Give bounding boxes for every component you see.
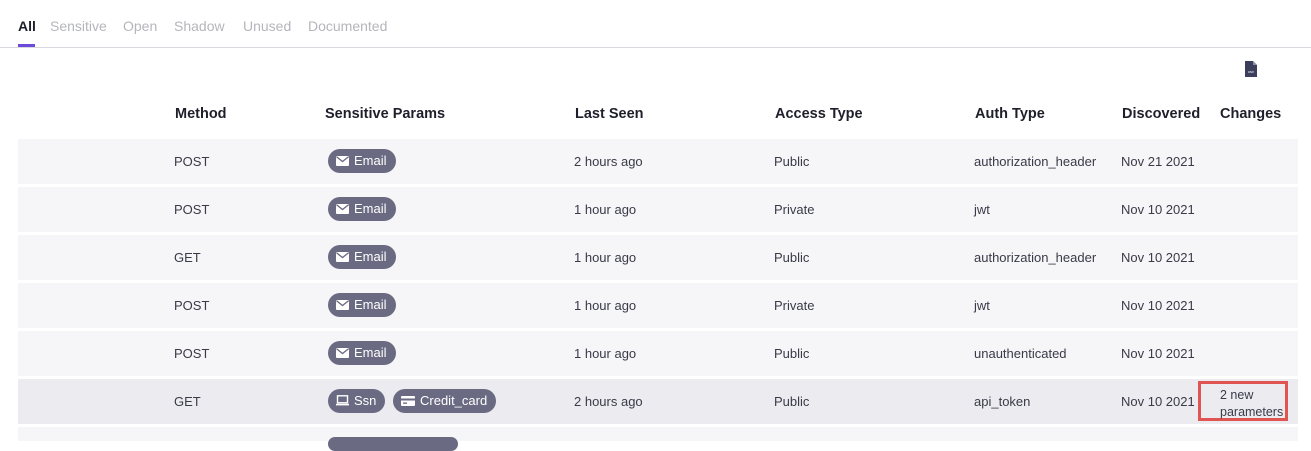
chip-label: Email (354, 345, 387, 360)
svg-text:csv: csv (1248, 69, 1254, 74)
discovered-cell: Nov 10 2021 (1121, 250, 1195, 265)
auth-type-cell: authorization_header (974, 154, 1097, 169)
method-cell: POST (174, 298, 210, 313)
tab-sensitive[interactable]: Sensitive (50, 18, 107, 34)
column-header-auth-type[interactable]: Auth Type (975, 106, 1045, 122)
auth-type-cell: jwt (974, 202, 990, 217)
column-header-changes[interactable]: Changes (1220, 106, 1281, 122)
column-header-discovered[interactable]: Discovered (1122, 106, 1200, 122)
discovered-cell: Nov 10 2021 (1121, 394, 1195, 409)
filter-tabs: All Sensitive Open Shadow Unused Documen… (0, 0, 1311, 48)
table-row[interactable]: POST Email 1 hour ago Private jwt Nov 10… (18, 187, 1298, 232)
tab-unused[interactable]: Unused (243, 18, 291, 34)
sensitive-param-chip[interactable]: Email (328, 197, 396, 221)
sensitive-param-chip[interactable]: Ssn (328, 389, 386, 413)
last-seen-cell: 1 hour ago (574, 250, 637, 265)
envelope-icon (336, 347, 349, 358)
tab-all[interactable]: All (18, 18, 36, 34)
auth-type-cell: unauthenticated (974, 346, 1067, 361)
method-cell: POST (174, 346, 210, 361)
discovered-cell: Nov 10 2021 (1121, 346, 1195, 361)
chip-label: Email (354, 297, 387, 312)
sensitive-param-chip[interactable]: Email (328, 293, 396, 317)
last-seen-cell: 1 hour ago (574, 346, 637, 361)
auth-type-cell: authorization_header (974, 250, 1097, 265)
method-cell: GET (174, 394, 201, 409)
changes-cell[interactable]: 2 new parameters (1198, 381, 1288, 421)
access-type-cell: Public (774, 346, 810, 361)
access-type-cell: Private (774, 202, 815, 217)
envelope-icon (336, 203, 349, 214)
active-tab-indicator (18, 44, 35, 47)
discovered-cell: Nov 21 2021 (1121, 154, 1195, 169)
changes-text-line: 2 new (1220, 388, 1254, 402)
envelope-icon (336, 299, 349, 310)
chip-label: Email (354, 153, 387, 168)
discovered-cell: Nov 10 2021 (1121, 298, 1195, 313)
auth-type-cell: jwt (974, 298, 990, 313)
method-cell: POST (174, 154, 210, 169)
tab-open[interactable]: Open (123, 18, 157, 34)
chip-label: Ssn (354, 393, 377, 408)
sensitive-param-chip[interactable]: Email (328, 245, 396, 269)
table-row[interactable]: POST Email 1 hour ago Private jwt Nov 10… (18, 283, 1298, 328)
sensitive-param-chip[interactable]: Email (328, 341, 396, 365)
sensitive-param-chip[interactable] (328, 437, 458, 451)
method-cell: GET (174, 250, 201, 265)
access-type-cell: Public (774, 250, 810, 265)
discovered-cell: Nov 10 2021 (1121, 202, 1195, 217)
column-header-access-type[interactable]: Access Type (775, 106, 863, 122)
table-row[interactable] (18, 427, 1298, 451)
last-seen-cell: 1 hour ago (574, 202, 637, 217)
last-seen-cell: 2 hours ago (574, 154, 643, 169)
column-header-sensitive-params[interactable]: Sensitive Params (325, 106, 445, 122)
method-cell: POST (174, 202, 210, 217)
column-header-method[interactable]: Method (175, 106, 227, 122)
auth-type-cell: api_token (974, 394, 1031, 409)
table-row[interactable]: POST Email 1 hour ago Public unauthentic… (18, 331, 1298, 376)
last-seen-cell: 2 hours ago (574, 394, 643, 409)
laptop-icon (336, 395, 349, 406)
changes-text-line: parameters (1220, 405, 1284, 419)
csv-file-icon[interactable]: csv (1245, 61, 1257, 77)
sensitive-param-chip[interactable]: Email (328, 149, 396, 173)
tab-documented[interactable]: Documented (308, 18, 387, 34)
envelope-icon (336, 251, 349, 262)
envelope-icon (336, 155, 349, 166)
chip-label: Credit_card (420, 393, 488, 408)
tab-shadow[interactable]: Shadow (174, 18, 225, 34)
last-seen-cell: 1 hour ago (574, 298, 637, 313)
credit-card-icon (401, 395, 415, 406)
access-type-cell: Public (774, 154, 810, 169)
sensitive-param-chip[interactable]: Credit_card (393, 389, 497, 413)
table-row[interactable]: POST Email 2 hours ago Public authorizat… (18, 139, 1298, 184)
table-row[interactable]: GET Email 1 hour ago Public authorizatio… (18, 235, 1298, 280)
table-row[interactable]: GET Ssn Credit_card 2 hours ago Public a… (18, 379, 1298, 424)
chip-label: Email (354, 201, 387, 216)
access-type-cell: Private (774, 298, 815, 313)
column-header-last-seen[interactable]: Last Seen (575, 106, 644, 122)
access-type-cell: Public (774, 394, 810, 409)
chip-label: Email (354, 249, 387, 264)
